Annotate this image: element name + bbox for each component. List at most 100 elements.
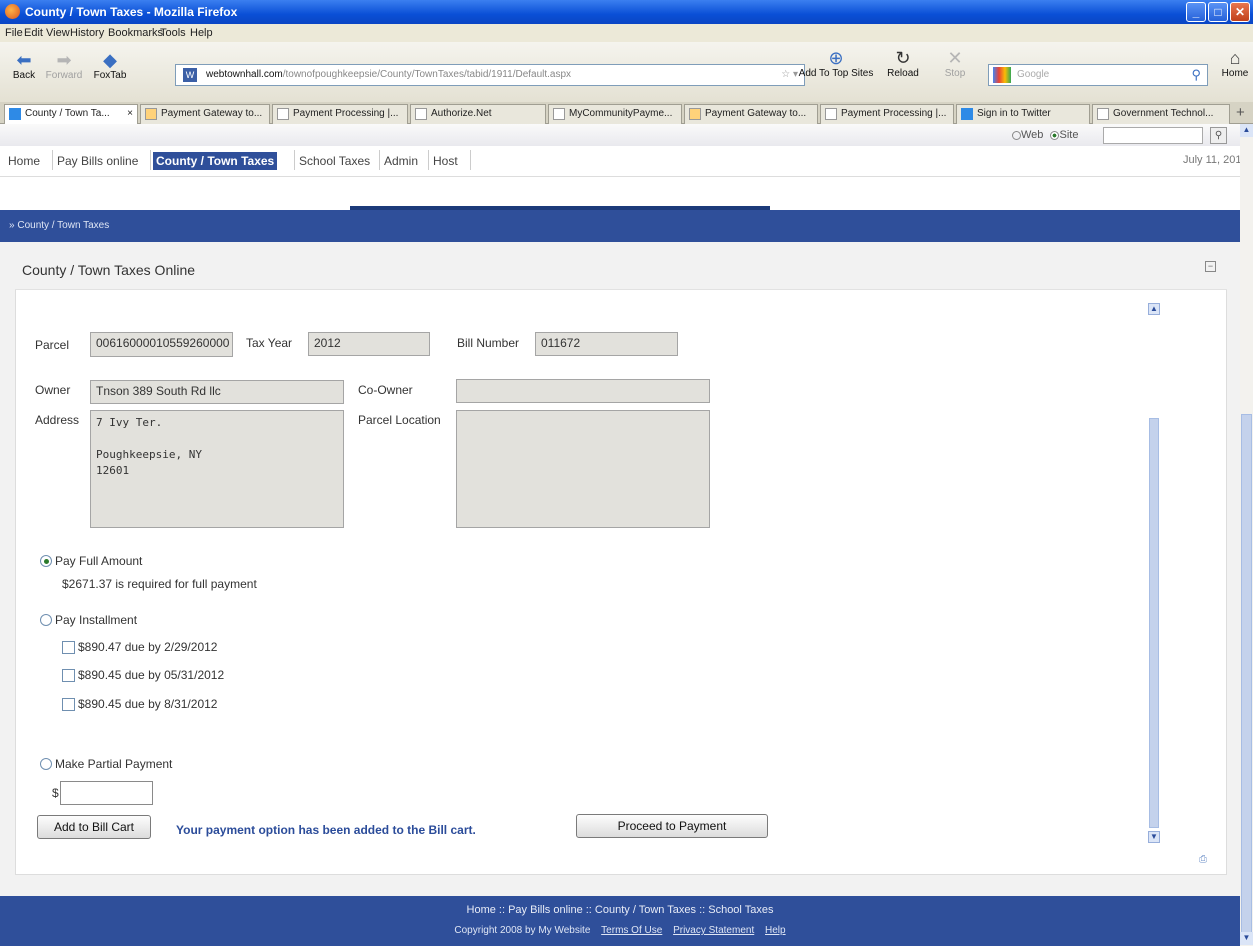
close-window-button[interactable]: ✕ [1230, 2, 1250, 22]
menu-help[interactable]: Help [190, 27, 213, 39]
home-button[interactable]: ⌂ Home [1218, 48, 1252, 79]
back-button[interactable]: ⬅ Back [6, 50, 42, 81]
parcel-label: Parcel [35, 338, 70, 352]
footer-links[interactable]: Home :: Pay Bills online :: County / Tow… [0, 904, 1240, 916]
back-arrow-icon: ⬅ [16, 50, 32, 70]
copyright-text: Copyright 2008 by My Website [454, 925, 591, 936]
installment-2-checkbox[interactable] [62, 669, 75, 682]
breadcrumb[interactable]: » County / Town Taxes [9, 220, 109, 231]
partial-amount-input[interactable] [60, 781, 153, 805]
forward-button[interactable]: ➡ Forward [44, 50, 84, 81]
window-title-bar: County / Town Taxes - Mozilla Firefox _ … [0, 0, 1253, 24]
page-icon [825, 108, 837, 120]
tab-twitter[interactable]: Sign in to Twitter [956, 104, 1090, 124]
minimize-button[interactable]: _ [1186, 2, 1206, 22]
search-input[interactable]: Google ⚲ [988, 64, 1208, 86]
current-date: July 11, 2012 [1183, 154, 1248, 166]
tab-county-town-taxes[interactable]: County / Town Ta... × [4, 104, 138, 124]
firefox-icon [5, 4, 20, 19]
installment-1-checkbox[interactable] [62, 641, 75, 654]
add-top-sites-icon: ⊕ [828, 48, 844, 68]
nav-county-town-taxes[interactable]: County / Town Taxes [153, 152, 278, 170]
menu-tools[interactable]: Tools [160, 27, 186, 39]
menu-file[interactable]: File [5, 27, 23, 39]
page-favicon [9, 108, 21, 120]
cart-notice: Your payment option has been added to th… [176, 823, 476, 837]
maximize-button[interactable]: □ [1208, 2, 1228, 22]
reload-button[interactable]: ↻ Reload [882, 48, 924, 79]
print-icon[interactable]: ⎙ [1199, 854, 1215, 868]
owner-field: Tnson 389 South Rd llc [90, 380, 344, 404]
window-title: County / Town Taxes - Mozilla Firefox [25, 5, 238, 19]
nav-school-taxes[interactable]: School Taxes [299, 154, 370, 168]
menu-edit[interactable]: Edit [24, 27, 43, 39]
twitter-icon [961, 108, 973, 120]
close-tab-icon[interactable]: × [127, 105, 133, 123]
tab-payment-processing-2[interactable]: Payment Processing |... [820, 104, 954, 124]
scroll-up-icon[interactable]: ▲ [1148, 303, 1160, 315]
tab-mycommunitypayments[interactable]: MyCommunityPayme... [548, 104, 682, 124]
navigation-toolbar: ⬅ Back ➡ Forward ◆ FoxTab W webtownhall.… [0, 42, 1253, 102]
new-tab-button[interactable]: + [1236, 104, 1245, 121]
google-icon [993, 67, 1011, 83]
address-label: Address [35, 413, 80, 427]
nav-separator [294, 150, 295, 170]
tab-payment-gateway-2[interactable]: Payment Gateway to... [684, 104, 818, 124]
parcel-location-field [456, 410, 710, 528]
partial-payment-radio[interactable] [40, 758, 52, 770]
page-icon [415, 108, 427, 120]
reload-icon: ↻ [895, 48, 911, 68]
scrollbar-thumb[interactable] [1149, 418, 1159, 828]
nav-host[interactable]: Host [433, 154, 458, 168]
pay-full-radio[interactable] [40, 555, 52, 567]
collapse-icon[interactable]: − [1205, 261, 1216, 272]
url-bar[interactable]: W webtownhall.com/townofpoughkeepsie/Cou… [175, 64, 805, 86]
site-search-input[interactable] [1103, 127, 1203, 144]
help-link[interactable]: Help [765, 925, 786, 936]
scroll-down-icon[interactable]: ▼ [1148, 831, 1160, 843]
menu-history[interactable]: History [70, 27, 104, 39]
tab-government-technology[interactable]: Government Technol... [1092, 104, 1230, 124]
window-scroll-up-icon[interactable]: ▲ [1240, 124, 1253, 137]
co-owner-label: Co-Owner [358, 383, 413, 397]
privacy-link[interactable]: Privacy Statement [673, 925, 754, 936]
add-to-top-sites-button[interactable]: ⊕ Add To Top Sites [796, 48, 876, 79]
nav-separator [150, 150, 151, 170]
tab-payment-processing[interactable]: Payment Processing |... [272, 104, 408, 124]
terms-link[interactable]: Terms Of Use [601, 925, 662, 936]
window-scroll-down-icon[interactable]: ▼ [1240, 932, 1253, 945]
partial-payment-label: Make Partial Payment [55, 757, 173, 771]
site-favicon: W [183, 68, 197, 82]
foxtab-icon: ◆ [103, 50, 117, 70]
proceed-to-payment-button[interactable]: Proceed to Payment [576, 814, 768, 838]
nav-pay-bills[interactable]: Pay Bills online [57, 154, 138, 168]
pay-full-label: Pay Full Amount [55, 554, 143, 568]
nav-home[interactable]: Home [8, 154, 40, 168]
search-icon[interactable]: ⚲ [1191, 65, 1201, 85]
panel-scrollbar[interactable]: ▲ ▼ [1147, 303, 1161, 845]
window-scrollbar-thumb[interactable] [1241, 414, 1252, 934]
search-scope: Web Site [1012, 129, 1078, 141]
menu-bookmarks[interactable]: Bookmarks [108, 27, 163, 39]
bill-number-label: Bill Number [457, 336, 520, 350]
tax-year-field: 2012 [308, 332, 430, 356]
window-scrollbar[interactable]: ▲ ▼ [1240, 124, 1253, 946]
add-to-bill-cart-button[interactable]: Add to Bill Cart [37, 815, 151, 839]
radio-web[interactable] [1012, 130, 1021, 140]
stop-icon: ✕ [947, 48, 963, 68]
tab-payment-gateway[interactable]: Payment Gateway to... [140, 104, 270, 124]
nav-admin[interactable]: Admin [384, 154, 418, 168]
page-icon [1097, 108, 1109, 120]
footer-copyright: Copyright 2008 by My Website Terms Of Us… [0, 925, 1240, 936]
menu-view[interactable]: View [46, 27, 70, 39]
stop-button[interactable]: ✕ Stop [938, 48, 972, 79]
tab-authorize-net[interactable]: Authorize.Net [410, 104, 546, 124]
foxtab-button[interactable]: ◆ FoxTab [92, 50, 128, 81]
nav-separator [52, 150, 53, 170]
installment-3-checkbox[interactable] [62, 698, 75, 711]
site-search-go-icon[interactable]: ⚲ [1210, 127, 1227, 144]
pay-installment-radio[interactable] [40, 614, 52, 626]
tax-year-label: Tax Year [246, 336, 293, 350]
installment-2-label: $890.45 due by 05/31/2012 [78, 668, 225, 682]
panel-title: County / Town Taxes Online [22, 262, 196, 278]
